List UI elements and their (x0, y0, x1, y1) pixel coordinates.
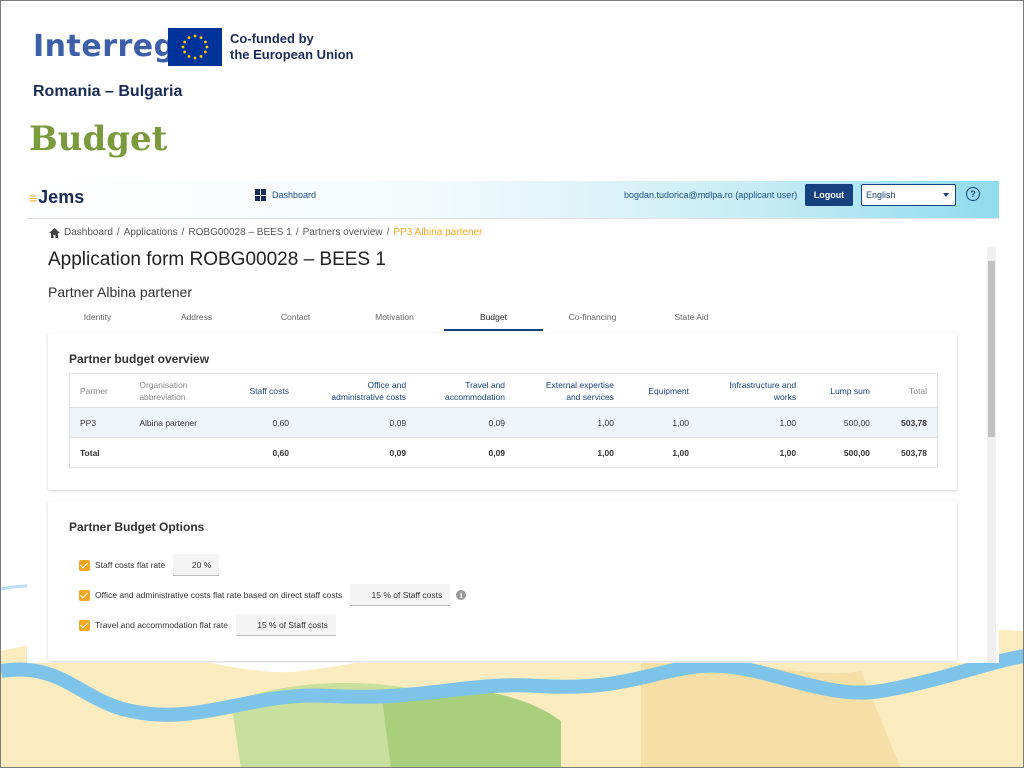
cell-external: 1,00 (515, 407, 624, 438)
col-staff-costs: Staff costs (225, 373, 299, 408)
breadcrumb-current: PP3 Albina partener (393, 227, 483, 238)
travel-flat-rate-option: Travel and accommodation flat rate 15 % … (79, 614, 336, 636)
vertical-scrollbar[interactable] (987, 247, 996, 663)
logout-button[interactable]: Logout (805, 184, 853, 206)
staff-flat-rate-option: Staff costs flat rate 20 % (79, 554, 220, 576)
office-flat-rate-label: Office and administrative costs flat rat… (95, 590, 343, 600)
cell-staff: 0,60 (225, 407, 299, 438)
breadcrumb-application[interactable]: ROBG00028 – BEES 1 (188, 227, 291, 238)
budget-overview-title: Partner budget overview (69, 352, 210, 366)
app-topbar: ≡Jems Dashboard bogdan.tudorica@mdlpa.ro… (27, 181, 999, 219)
region-label: Romania – Bulgaria (33, 83, 183, 100)
jems-logo-text: Jems (38, 187, 85, 207)
cell-total-external: 1,00 (597, 447, 614, 458)
question-circle-icon[interactable]: ? (966, 187, 980, 201)
cell-total-lump-sum: 500,00 (843, 447, 870, 458)
home-icon[interactable] (49, 227, 60, 238)
table-header-row: Partner Organisation abbreviation Staff c… (69, 373, 938, 408)
cell-total-office: 0,09 (389, 447, 407, 458)
tab-motivation[interactable]: Motivation (345, 303, 444, 331)
staff-flat-rate-checkbox[interactable] (79, 559, 90, 571)
breadcrumb-separator: / (181, 227, 185, 238)
cell-organisation: Albina partener (129, 407, 226, 438)
office-flat-rate-field[interactable]: 15 % of Staff costs (350, 584, 451, 606)
cell-total-equipment: 1,00 (672, 447, 689, 458)
user-email: bogdan.tudorica@mdlpa.ro (applicant user… (624, 190, 798, 200)
cell-total-infrastructure: 1,00 (779, 447, 797, 458)
tab-contact[interactable]: Contact (246, 303, 345, 331)
dashboard-button[interactable]: Dashboard (255, 189, 316, 201)
dashboard-label: Dashboard (272, 190, 317, 200)
language-value: English (866, 190, 896, 200)
cofunded-line2: the European Union (230, 47, 354, 62)
info-icon[interactable]: i (456, 590, 467, 600)
interreg-logo: Interreg (33, 29, 176, 64)
col-office-costs: Office and administrative costs (299, 373, 417, 408)
travel-flat-rate-checkbox[interactable] (79, 619, 90, 631)
travel-flat-rate-field[interactable]: 15 % of Staff costs (235, 614, 336, 636)
cell-equipment: 1,00 (623, 407, 699, 438)
budget-options-title: Partner Budget Options (69, 520, 205, 534)
scrollbar-thumb[interactable] (988, 261, 995, 437)
chevron-down-icon (943, 193, 949, 197)
table-row: PP3 Albina partener 0,60 0,09 0,09 1,00 … (69, 407, 938, 438)
partner-title: Partner Albina partener (48, 284, 192, 300)
col-external: External expertise and services (515, 373, 624, 408)
eu-flag-icon (168, 28, 222, 66)
jems-logo[interactable]: ≡Jems (29, 187, 84, 208)
cell-office: 0,09 (299, 407, 417, 438)
cell-travel: 0,09 (416, 407, 516, 438)
col-equipment: Equipment (623, 373, 699, 408)
cell-total-staff: 0,60 (272, 447, 289, 458)
budget-overview-table: Partner Organisation abbreviation Staff c… (69, 373, 938, 468)
breadcrumb-dashboard[interactable]: Dashboard (64, 227, 113, 238)
breadcrumb-applications[interactable]: Applications (124, 227, 178, 238)
staff-flat-rate-label: Staff costs flat rate (95, 560, 166, 570)
col-total: Total (879, 373, 938, 408)
tab-co-financing[interactable]: Co-financing (543, 303, 642, 331)
cofunded-line1: Co-funded by (230, 31, 314, 46)
staff-flat-rate-field[interactable]: 20 % (173, 554, 220, 576)
tab-address[interactable]: Address (147, 303, 246, 331)
office-flat-rate-option: Office and administrative costs flat rat… (79, 584, 467, 606)
budget-overview-card: Partner budget overview Partner Organisa… (48, 333, 957, 490)
cell-total-label: Total (80, 447, 100, 458)
slide: Interreg Co-funded by the European Union… (0, 0, 1024, 768)
office-flat-rate-checkbox[interactable] (79, 589, 90, 601)
breadcrumb-separator: / (386, 227, 390, 238)
cell-total-total: 503,78 (901, 447, 927, 458)
col-organisation: Organisation abbreviation (129, 373, 226, 408)
tab-bar: Identity Address Contact Motivation Budg… (48, 303, 758, 331)
cofunded-text: Co-funded by the European Union (230, 31, 354, 63)
cell-infrastructure: 1,00 (698, 407, 807, 438)
table-total-row: Total 0,60 0,09 0,09 1,00 1,00 1,00 500,… (70, 438, 938, 468)
cell-total-travel: 0,09 (488, 447, 506, 458)
col-lump-sum: Lump sum (806, 373, 880, 408)
breadcrumb-separator: / (116, 227, 120, 238)
cell-lump-sum: 500,00 (806, 407, 880, 438)
app-screenshot: ≡Jems Dashboard bogdan.tudorica@mdlpa.ro… (27, 181, 999, 663)
cell-partner: PP3 (69, 407, 130, 438)
col-infrastructure: Infrastructure and works (698, 373, 807, 408)
breadcrumb: Dashboard / Applications / ROBG00028 – B… (49, 227, 482, 238)
budget-options-card: Partner Budget Options Staff costs flat … (48, 501, 957, 661)
cell-total: 503,78 (879, 407, 938, 438)
col-travel: Travel and accommodation (416, 373, 516, 408)
tab-budget[interactable]: Budget (444, 303, 543, 331)
tab-state-aid[interactable]: State Aid (642, 303, 741, 331)
col-partner: Partner (69, 373, 130, 408)
slide-title: Budget (29, 119, 168, 159)
travel-flat-rate-label: Travel and accommodation flat rate (95, 620, 228, 630)
page-title: Application form ROBG00028 – BEES 1 (48, 249, 386, 270)
breadcrumb-partners-overview[interactable]: Partners overview (303, 227, 383, 238)
cell-empty (129, 438, 225, 468)
dashboard-icon (255, 189, 267, 201)
tab-identity[interactable]: Identity (48, 303, 147, 331)
language-select[interactable]: English (861, 184, 956, 206)
breadcrumb-separator: / (295, 227, 299, 238)
